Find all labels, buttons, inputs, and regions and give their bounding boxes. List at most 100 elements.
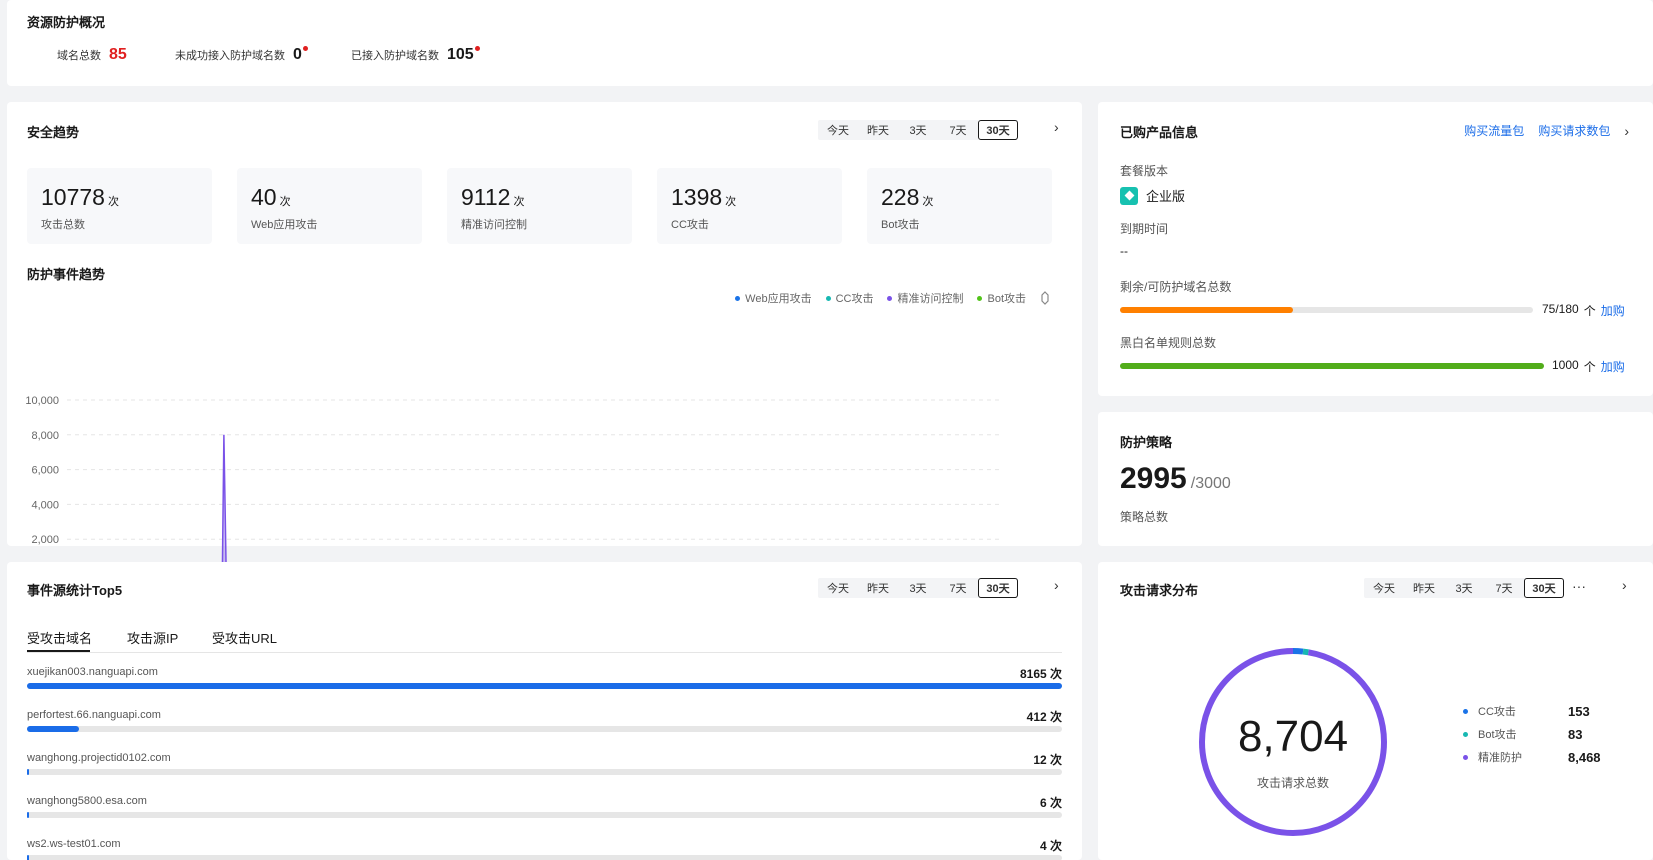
count-bar-fill: [27, 726, 79, 732]
product-info-card: 已购产品信息 购买流量包 购买请求数包 › 套餐版本 企业版 到期时间 -- 剩…: [1098, 102, 1653, 396]
overview-item-total[interactable]: 域名总数 85: [57, 46, 127, 64]
y-tick-label: 2,000: [31, 534, 59, 546]
period-yesterday[interactable]: 昨天: [858, 120, 898, 140]
red-dot-icon: [474, 46, 480, 51]
rules-label: 黑白名单规则总数: [1120, 336, 1217, 350]
security-trend-card: 安全趋势 今天 昨天 3天 7天 30天 › 10778 次 攻击总数 40 次 W…: [7, 102, 1082, 562]
stat-bot-attacks: 228 次 Bot攻击: [867, 168, 1052, 244]
attack-count: 6 次: [1039, 796, 1062, 810]
count-bar: [27, 812, 1062, 818]
overview-failed-label: 未成功接入防护域名数: [175, 50, 285, 62]
tab-attack-source-ip[interactable]: 攻击源IP: [127, 628, 178, 647]
period-7days[interactable]: 7天: [938, 120, 978, 140]
rules-bar: [1120, 363, 1544, 369]
stat-value-wrap: 40 次: [251, 184, 291, 211]
domain-name: ws2.ws-test01.com: [27, 838, 121, 850]
domain-name: perfortest.66.nanguapi.com: [27, 709, 161, 721]
chevron-right-icon[interactable]: ›: [1054, 577, 1059, 593]
tab-attacked-domain[interactable]: 受攻击域名: [27, 628, 92, 647]
period-yesterday[interactable]: 昨天: [858, 578, 898, 598]
period-yesterday[interactable]: 昨天: [1404, 578, 1444, 598]
count-bar-fill: [27, 769, 30, 775]
expire-value: --: [1120, 244, 1128, 258]
list-item[interactable]: wanghong.projectid0102.com 12 次: [27, 752, 1062, 782]
period-3days[interactable]: 3天: [898, 120, 938, 140]
count-bar: [27, 683, 1062, 689]
domain-name: xuejikan003.nanguapi.com: [27, 666, 158, 678]
event-trend-chart: 10,0008,0006,0004,0002,00002025/06/0900:…: [25, 395, 999, 562]
overview-total-label: 域名总数: [57, 50, 101, 62]
rules-value-row: 1000 个 加购: [1552, 358, 1625, 375]
overview-item-connected[interactable]: 已接入防护域名数 105: [351, 46, 480, 64]
tab-attacked-url[interactable]: 受攻击URL: [212, 628, 277, 647]
buy-requests-link[interactable]: 购买请求数包: [1538, 122, 1610, 139]
stat-access-control: 9112 次 精准访问控制: [447, 168, 632, 244]
stat-label: CC攻击: [671, 219, 709, 231]
period-30days[interactable]: 30天: [978, 120, 1018, 140]
overview-failed-value: 0: [293, 46, 302, 63]
stat-unit: 次: [107, 196, 119, 208]
stat-unit: 次: [725, 196, 737, 208]
distribution-card: 攻击请求分布 今天 昨天 3天 7天 30天 ··· › 8,704 攻击请求总…: [1098, 562, 1653, 860]
more-icon[interactable]: ···: [1572, 578, 1586, 594]
legend-row[interactable]: 精准防护 8,468: [1463, 748, 1623, 766]
buy-traffic-link[interactable]: 购买流量包: [1464, 122, 1524, 139]
domains-value-row: 75/180 个 加购: [1542, 302, 1625, 319]
period-3days[interactable]: 3天: [898, 578, 938, 598]
product-actions: 购买流量包 购买请求数包 ›: [1464, 122, 1629, 139]
stat-value: 9112: [461, 184, 511, 210]
stat-cc-attacks: 1398 次 CC攻击: [657, 168, 842, 244]
period-today[interactable]: 今天: [818, 120, 858, 140]
count-bar-fill: [27, 812, 30, 818]
overview-item-failed[interactable]: 未成功接入防护域名数 0: [175, 46, 308, 64]
domains-label: 剩余/可防护域名总数: [1120, 280, 1232, 294]
overview-title: 资源防护概况: [27, 15, 106, 30]
legend-row[interactable]: CC攻击 153: [1463, 702, 1623, 720]
stat-value-wrap: 10778 次: [41, 184, 119, 211]
security-trend-title: 安全趋势: [27, 125, 80, 140]
policy-total: /3000: [1190, 475, 1231, 492]
period-3days[interactable]: 3天: [1444, 578, 1484, 598]
legend-value: 83: [1568, 726, 1583, 742]
period-30days[interactable]: 30天: [978, 578, 1018, 598]
series-line: [221, 434, 227, 562]
period-7days[interactable]: 7天: [938, 578, 978, 598]
overview-total-value: 85: [109, 46, 127, 63]
list-item[interactable]: wanghong5800.esa.com 6 次: [27, 795, 1062, 825]
distribution-total-label: 攻击请求总数: [1256, 776, 1329, 790]
distribution-total: 8,704: [1237, 712, 1349, 761]
red-dot-icon: [302, 46, 308, 51]
policy-title: 防护策略: [1120, 435, 1173, 450]
overview-connected-label: 已接入防护域名数: [351, 50, 439, 62]
stat-label: Bot攻击: [881, 219, 920, 231]
legend-dot: [1463, 754, 1468, 760]
legend-dot: [1463, 731, 1468, 737]
period-today[interactable]: 今天: [1364, 578, 1404, 598]
chevron-right-icon[interactable]: ›: [1624, 123, 1629, 139]
domains-bar: [1120, 307, 1533, 313]
list-item[interactable]: xuejikan003.nanguapi.com 8165 次: [27, 666, 1062, 696]
chevron-right-icon[interactable]: ›: [1054, 119, 1059, 135]
y-tick-label: 4,000: [31, 499, 59, 511]
rules-bar-fill: [1120, 363, 1544, 369]
enterprise-badge-icon: [1120, 186, 1138, 205]
stat-value-wrap: 9112 次: [461, 184, 524, 211]
chevron-right-icon[interactable]: ›: [1622, 577, 1627, 593]
period-30days[interactable]: 30天: [1524, 578, 1564, 598]
trend-period-selector: 今天 昨天 3天 7天 30天: [818, 120, 1018, 140]
legend-row[interactable]: Bot攻击 83: [1463, 725, 1623, 743]
domains-add-link[interactable]: 加购: [1601, 302, 1625, 319]
domains-value: 75/180: [1542, 302, 1579, 316]
period-today[interactable]: 今天: [818, 578, 858, 598]
domains-bar-fill: [1120, 307, 1294, 313]
y-tick-label: 10,000: [25, 395, 59, 407]
rules-add-link[interactable]: 加购: [1601, 358, 1625, 375]
event-trend-title: 防护事件趋势: [27, 267, 106, 282]
attack-count: 8165 次: [1019, 667, 1062, 681]
stat-value: 10778: [41, 184, 105, 210]
period-7days[interactable]: 7天: [1484, 578, 1524, 598]
list-item[interactable]: perfortest.66.nanguapi.com 412 次: [27, 709, 1062, 739]
top5-card: 事件源统计Top5 今天 昨天 3天 7天 30天 › 受攻击域名 攻击源IP …: [7, 562, 1082, 860]
list-item[interactable]: ws2.ws-test01.com 4 次: [27, 838, 1062, 860]
stat-label: Web应用攻击: [251, 219, 318, 231]
